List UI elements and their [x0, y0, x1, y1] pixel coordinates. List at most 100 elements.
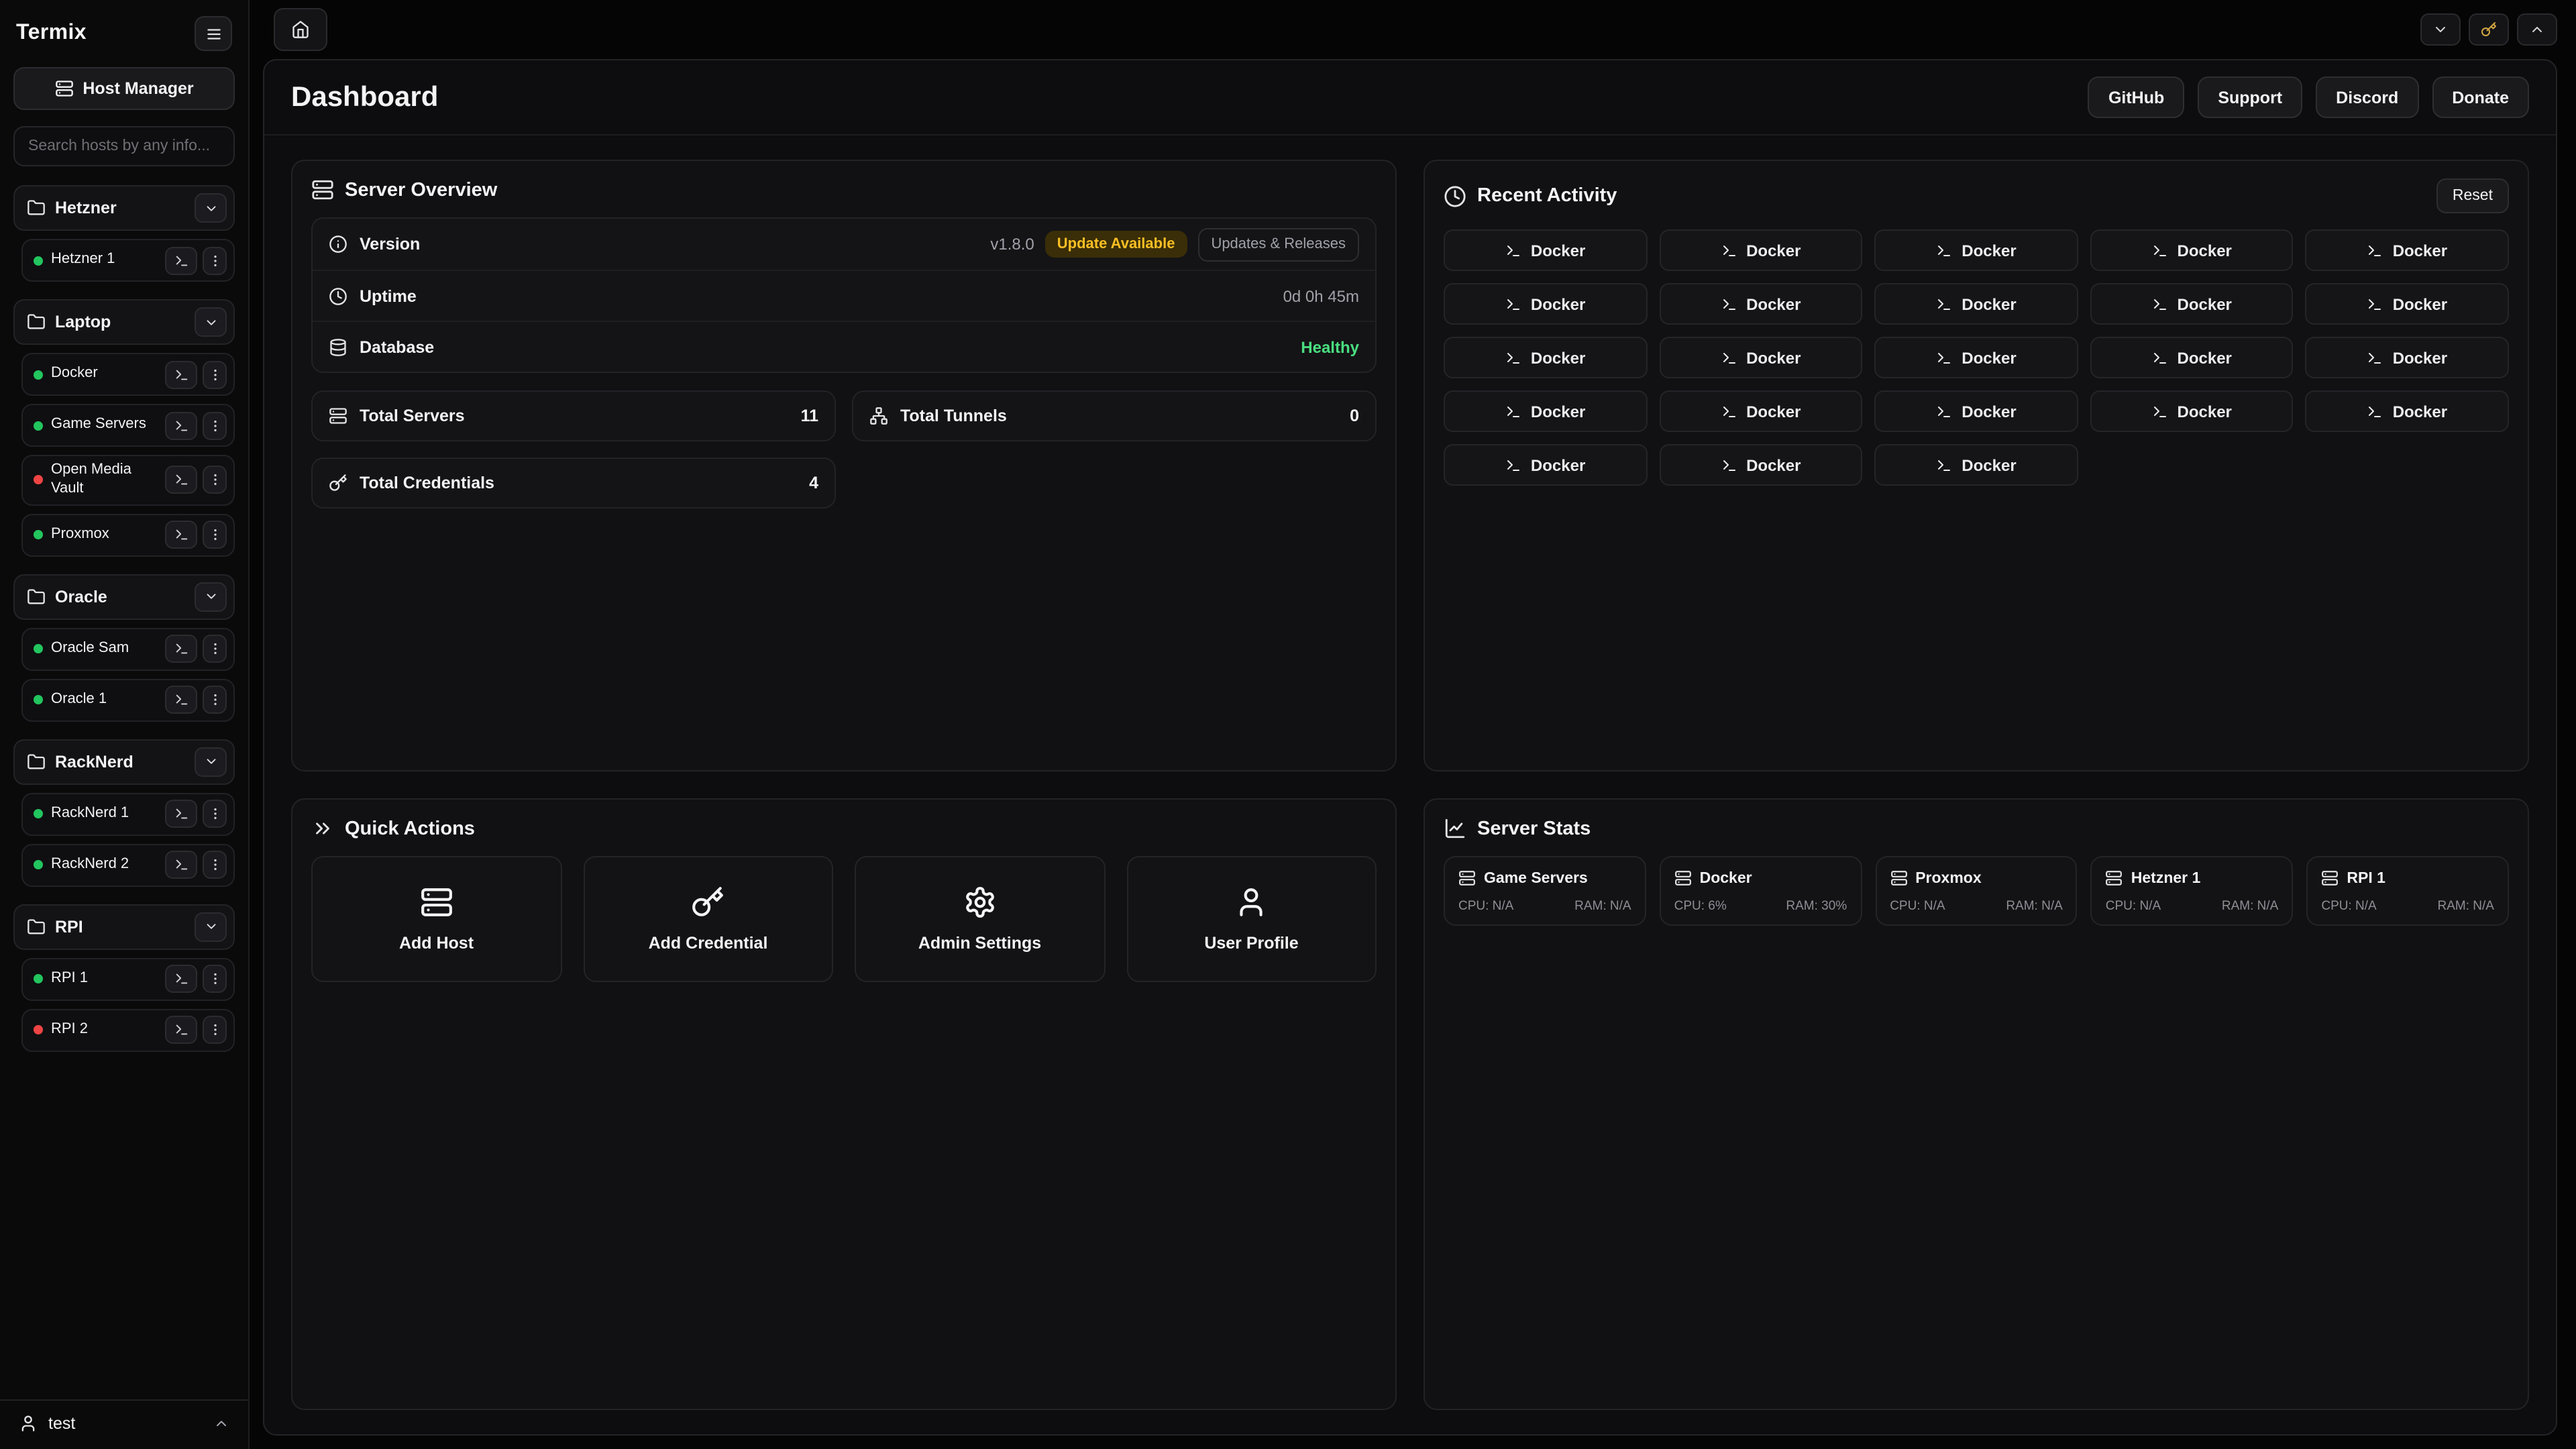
activity-item-button[interactable]: Docker [2090, 337, 2294, 378]
host-item[interactable]: RackNerd 2 [21, 843, 235, 886]
activity-item-button[interactable]: Docker [1444, 390, 1647, 432]
overview-row: Uptime0d 0h 45m [313, 270, 1375, 321]
activity-item-button[interactable]: Docker [1659, 283, 1862, 325]
host-item[interactable]: Oracle 1 [21, 678, 235, 721]
host-terminal-button[interactable] [165, 411, 197, 439]
activity-item-button[interactable]: Docker [2090, 229, 2294, 271]
activity-item-button[interactable]: Docker [1659, 229, 1862, 271]
chevron-down-icon [2432, 21, 2449, 38]
overview-row-value-group: v1.8.0Update AvailableUpdates & Releases [990, 227, 1359, 261]
tab-home[interactable] [274, 8, 327, 51]
activity-item-label: Docker [1962, 402, 2016, 421]
reset-button[interactable]: Reset [2436, 178, 2509, 213]
support-button[interactable]: Support [2198, 76, 2302, 118]
activity-item-button[interactable]: Docker [2306, 390, 2509, 432]
kebab-icon [207, 692, 222, 707]
donate-button[interactable]: Donate [2432, 76, 2529, 118]
host-menu-button[interactable] [203, 360, 227, 388]
activity-item-button[interactable]: Docker [1444, 229, 1647, 271]
activity-item-button[interactable]: Docker [2306, 229, 2509, 271]
host-manager-button[interactable]: Host Manager [13, 67, 235, 110]
host-terminal-button[interactable] [165, 246, 197, 274]
sidebar-menu-button[interactable] [195, 16, 232, 51]
sidebar-user-row[interactable]: test [0, 1399, 248, 1436]
card-title: Server Overview [345, 179, 497, 201]
activity-item-button[interactable]: Docker [2090, 283, 2294, 325]
host-menu-button[interactable] [203, 246, 227, 274]
host-menu-button[interactable] [203, 800, 227, 828]
activity-item-button[interactable]: Docker [1659, 444, 1862, 486]
group-collapse-button[interactable] [195, 747, 227, 776]
host-group-header[interactable]: Laptop [13, 299, 235, 345]
add-credential-button[interactable]: Add Credential [583, 856, 833, 982]
tab-scroll-down-button[interactable] [2420, 13, 2461, 46]
terminal-icon [1936, 242, 1952, 258]
tab-scroll-up-button[interactable] [2517, 13, 2557, 46]
host-group-header[interactable]: Oracle [13, 574, 235, 619]
host-group-header[interactable]: Hetzner [13, 185, 235, 231]
activity-item-button[interactable]: Docker [1444, 444, 1647, 486]
group-collapse-button[interactable] [195, 582, 227, 611]
activity-item-button[interactable]: Docker [1874, 229, 2078, 271]
activity-item-button[interactable]: Docker [1874, 390, 2078, 432]
activity-item-button[interactable]: Docker [2306, 337, 2509, 378]
host-item[interactable]: Oracle Sam [21, 627, 235, 670]
host-item[interactable]: Game Servers [21, 404, 235, 447]
activity-item-button[interactable]: Docker [1444, 337, 1647, 378]
overview-stat-tiles: Total Servers11Total Tunnels0Total Crede… [311, 390, 1377, 508]
terminal-icon [2152, 296, 2168, 312]
host-terminal-button[interactable] [165, 1016, 197, 1044]
host-item[interactable]: Proxmox [21, 513, 235, 556]
group-collapse-button[interactable] [195, 912, 227, 941]
host-terminal-button[interactable] [165, 521, 197, 549]
activity-item-button[interactable]: Docker [1444, 283, 1647, 325]
activity-item-button[interactable]: Docker [1874, 444, 2078, 486]
github-button[interactable]: GitHub [2088, 76, 2184, 118]
host-menu-button[interactable] [203, 965, 227, 993]
host-terminal-button[interactable] [165, 800, 197, 828]
ssh-keys-button[interactable] [2469, 13, 2509, 46]
host-status-dot [34, 256, 43, 265]
kebab-icon [207, 971, 222, 986]
add-host-button[interactable]: Add Host [311, 856, 561, 982]
host-menu-button[interactable] [203, 851, 227, 879]
host-terminal-button[interactable] [165, 965, 197, 993]
host-search-input[interactable] [13, 126, 235, 166]
card-header: Quick Actions [311, 817, 1377, 840]
host-menu-button[interactable] [203, 411, 227, 439]
host-item[interactable]: RPI 1 [21, 957, 235, 1000]
group-collapse-button[interactable] [195, 193, 227, 223]
host-menu-button[interactable] [203, 521, 227, 549]
host-item[interactable]: Docker [21, 353, 235, 396]
discord-button[interactable]: Discord [2316, 76, 2418, 118]
host-menu-button[interactable] [203, 466, 227, 494]
activity-item-button[interactable]: Docker [1874, 337, 2078, 378]
host-menu-button[interactable] [203, 1016, 227, 1044]
host-item[interactable]: RackNerd 1 [21, 792, 235, 835]
host-menu-button[interactable] [203, 686, 227, 714]
host-group-header[interactable]: RackNerd [13, 739, 235, 784]
updates-releases-button[interactable]: Updates & Releases [1197, 227, 1359, 261]
group-collapse-button[interactable] [195, 307, 227, 337]
activity-item-button[interactable]: Docker [1874, 283, 2078, 325]
chevron-down-icon [203, 754, 218, 769]
host-terminal-button[interactable] [165, 466, 197, 494]
host-terminal-button[interactable] [165, 635, 197, 663]
host-menu-button[interactable] [203, 635, 227, 663]
activity-item-button[interactable]: Docker [1659, 390, 1862, 432]
host-terminal-button[interactable] [165, 360, 197, 388]
terminal-icon [1721, 296, 1737, 312]
admin-settings-button[interactable]: Admin Settings [855, 856, 1105, 982]
host-terminal-button[interactable] [165, 686, 197, 714]
activity-item-button[interactable]: Docker [2306, 283, 2509, 325]
host-item[interactable]: RPI 2 [21, 1008, 235, 1051]
activity-item-button[interactable]: Docker [2090, 390, 2294, 432]
host-item[interactable]: Hetzner 1 [21, 239, 235, 282]
host-terminal-button[interactable] [165, 851, 197, 879]
activity-item-button[interactable]: Docker [1659, 337, 1862, 378]
host-group-header[interactable]: RPI [13, 904, 235, 949]
terminal-icon [2152, 403, 2168, 419]
host-item[interactable]: Open Media Vault [21, 455, 235, 505]
activity-item-label: Docker [1531, 455, 1585, 474]
user-profile-button[interactable]: User Profile [1126, 856, 1377, 982]
